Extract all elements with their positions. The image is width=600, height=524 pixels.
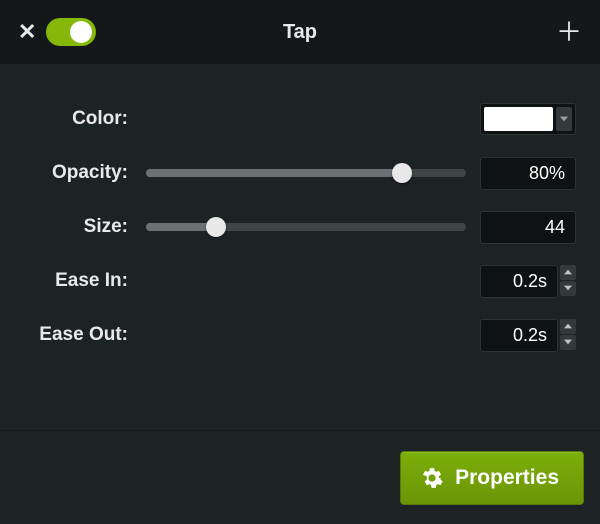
color-dropdown-arrow[interactable] xyxy=(556,107,572,131)
close-icon[interactable]: ✕ xyxy=(18,21,36,43)
size-input[interactable]: 44 xyxy=(480,211,576,244)
properties-label: Properties xyxy=(455,466,559,490)
enable-toggle[interactable] xyxy=(46,18,96,46)
label-size: Size: xyxy=(24,216,132,238)
properties-button[interactable]: Properties xyxy=(400,451,584,505)
ease-out-stepper xyxy=(560,319,576,352)
slider-thumb[interactable] xyxy=(206,217,226,237)
color-picker[interactable] xyxy=(480,103,576,135)
ease-in-stepper xyxy=(560,265,576,298)
row-opacity: Opacity: 80% xyxy=(24,146,576,200)
label-color: Color: xyxy=(24,108,132,130)
ease-in-input[interactable]: 0.2s xyxy=(480,265,558,298)
plus-icon[interactable]: ＋ xyxy=(556,19,582,45)
opacity-input[interactable]: 80% xyxy=(480,157,576,190)
size-slider[interactable] xyxy=(146,223,466,231)
row-ease-out: Ease Out: 0.2s xyxy=(24,308,576,362)
gear-icon xyxy=(421,467,443,489)
opacity-slider[interactable] xyxy=(146,169,466,177)
settings-panel: Color: Opacity: 80% Size: xyxy=(0,64,600,362)
slider-thumb[interactable] xyxy=(392,163,412,183)
step-down-icon[interactable] xyxy=(560,281,576,296)
panel-header: ✕ Tap ＋ xyxy=(0,0,600,64)
ease-out-input[interactable]: 0.2s xyxy=(480,319,558,352)
step-up-icon[interactable] xyxy=(560,265,576,280)
footer: Properties xyxy=(0,430,600,524)
row-color: Color: xyxy=(24,92,576,146)
label-ease-in: Ease In: xyxy=(24,270,132,292)
row-ease-in: Ease In: 0.2s xyxy=(24,254,576,308)
row-size: Size: 44 xyxy=(24,200,576,254)
toggle-knob xyxy=(70,21,92,43)
color-swatch xyxy=(484,107,553,131)
step-up-icon[interactable] xyxy=(560,319,576,334)
label-opacity: Opacity: xyxy=(24,162,132,184)
label-ease-out: Ease Out: xyxy=(24,324,132,346)
step-down-icon[interactable] xyxy=(560,335,576,350)
slider-fill xyxy=(146,169,402,177)
